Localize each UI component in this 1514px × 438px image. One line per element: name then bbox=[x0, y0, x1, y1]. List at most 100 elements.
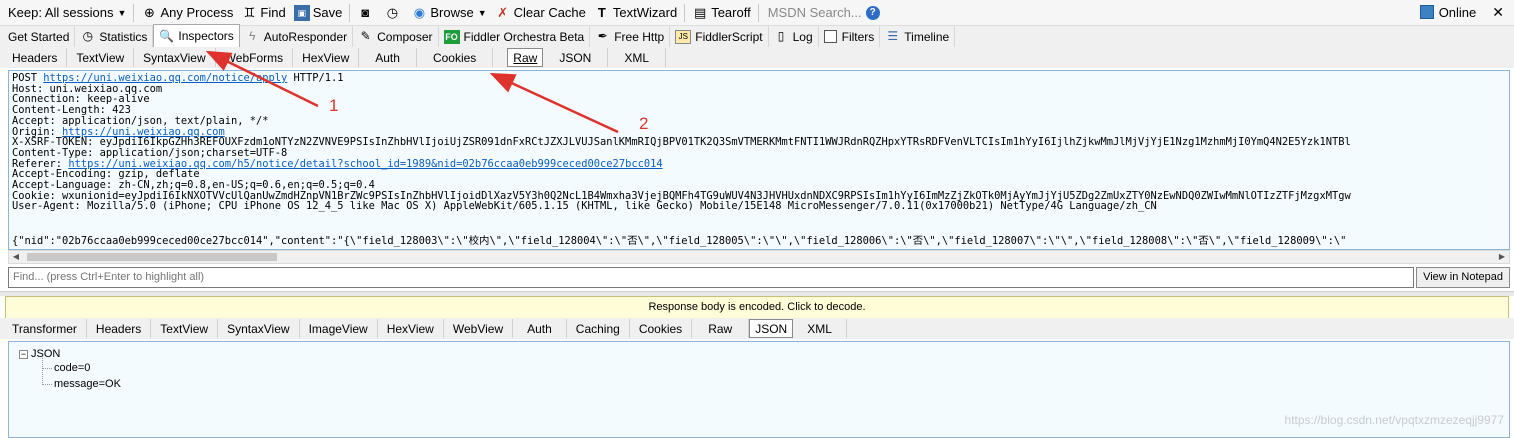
req-tab-raw[interactable]: Raw bbox=[507, 48, 544, 67]
view-in-notepad-button[interactable]: View in Notepad bbox=[1416, 266, 1510, 288]
req-tab-json[interactable]: JSON bbox=[543, 48, 609, 67]
raw-request-view[interactable]: POST https://uni.weixiao.qq.com/notice/a… bbox=[8, 70, 1510, 250]
resp-tab-json[interactable]: JSON bbox=[749, 319, 794, 338]
any-process-label: Any Process bbox=[160, 5, 234, 20]
request-protocol: HTTP/1.1 bbox=[287, 72, 344, 84]
textwizard-button[interactable]: T TextWizard bbox=[590, 1, 681, 25]
tab-label: AutoResponder bbox=[263, 29, 348, 44]
req-tab-xml[interactable]: XML bbox=[608, 48, 667, 67]
help-icon[interactable]: ? bbox=[865, 5, 880, 20]
chevron-down-icon: ▼ bbox=[117, 7, 127, 18]
req-tab-hexview[interactable]: HexView bbox=[293, 48, 360, 67]
request-body: {"nid":"02b76ccaa0eb999ceced00ce27bcc014… bbox=[12, 235, 1347, 247]
fo-badge-icon: FO bbox=[443, 29, 460, 44]
online-status: Online ✕ bbox=[1419, 0, 1504, 24]
resp-tab-headers[interactable]: Headers bbox=[87, 319, 152, 338]
tab-label: Statistics bbox=[99, 29, 148, 44]
annotation-label-2: 2 bbox=[639, 114, 649, 133]
response-inspector-tabs: Transformer Headers TextView SyntaxView … bbox=[0, 318, 1514, 339]
req-tab-textview[interactable]: TextView bbox=[67, 48, 135, 67]
screenshot-button[interactable]: ◙ bbox=[353, 1, 380, 25]
tab-label: Log bbox=[792, 29, 813, 44]
close-icon[interactable]: ✕ bbox=[1492, 4, 1504, 21]
keep-sessions-dropdown[interactable]: Keep: All sessions ▼ bbox=[4, 1, 130, 25]
pen-icon: ✒ bbox=[597, 29, 608, 43]
clear-cache-button[interactable]: ✗ Clear Cache bbox=[491, 1, 590, 25]
keep-sessions-label: Keep: All sessions bbox=[8, 5, 114, 20]
tab-get-started[interactable]: Get Started bbox=[3, 26, 76, 47]
scroll-left-icon[interactable]: ◀ bbox=[9, 251, 23, 263]
request-inspector-tabs: Headers TextView SyntaxView WebForms Hex… bbox=[0, 47, 1514, 68]
online-label: Online bbox=[1438, 4, 1477, 20]
resp-tab-textview[interactable]: TextView bbox=[151, 319, 219, 338]
tab-label: Composer bbox=[377, 29, 433, 44]
resp-tab-xml[interactable]: XML bbox=[793, 319, 847, 338]
find-button[interactable]: ♊ Find bbox=[237, 1, 289, 25]
resp-tab-imageview[interactable]: ImageView bbox=[300, 319, 378, 338]
resp-tab-cookies[interactable]: Cookies bbox=[630, 319, 693, 338]
tab-fiddler-orchestra[interactable]: FO Fiddler Orchestra Beta bbox=[439, 26, 591, 47]
json-node-label: code=0 bbox=[54, 362, 91, 374]
tab-timeline[interactable]: ☰ Timeline bbox=[880, 26, 956, 47]
find-bar: View in Notepad bbox=[8, 266, 1510, 288]
resp-tab-auth[interactable]: Auth bbox=[513, 319, 567, 338]
tree-branch-line bbox=[42, 367, 52, 369]
tab-label: Free Http bbox=[614, 29, 665, 44]
horizontal-scrollbar[interactable]: ◀ ▶ bbox=[8, 250, 1510, 264]
document-icon: ▯ bbox=[777, 29, 785, 43]
tearoff-button[interactable]: ▤ Tearoff bbox=[688, 1, 755, 25]
lightning-icon: ϟ bbox=[249, 29, 256, 43]
find-label: Find bbox=[260, 5, 286, 20]
checkbox-icon bbox=[823, 30, 837, 43]
tab-free-http[interactable]: ✒ Free Http bbox=[590, 26, 671, 47]
textwizard-label: TextWizard bbox=[612, 5, 678, 20]
stopwatch-icon: ◷ bbox=[386, 4, 399, 20]
js-script-icon: JS bbox=[675, 29, 692, 44]
browse-dropdown[interactable]: ◉ Browse ▼ bbox=[407, 1, 490, 25]
toolbar-divider bbox=[349, 3, 351, 22]
globe-icon: ◉ bbox=[413, 4, 426, 20]
req-tab-auth[interactable]: Auth bbox=[359, 48, 417, 67]
binoculars-icon: ♊ bbox=[243, 4, 256, 20]
json-root-node[interactable]: − JSON bbox=[19, 348, 60, 360]
resp-tab-caching[interactable]: Caching bbox=[567, 319, 630, 338]
req-tab-cookies[interactable]: Cookies bbox=[417, 48, 494, 67]
crosshair-icon: ⊕ bbox=[143, 4, 155, 20]
tab-autoresponder[interactable]: ϟ AutoResponder bbox=[240, 26, 354, 47]
scrollbar-thumb[interactable] bbox=[27, 253, 277, 261]
scroll-right-icon[interactable]: ▶ bbox=[1495, 251, 1509, 263]
json-node-message[interactable]: message=OK bbox=[42, 378, 121, 390]
tree-branch-line bbox=[42, 383, 52, 385]
json-node-code[interactable]: code=0 bbox=[42, 362, 90, 374]
tab-statistics[interactable]: ◷ Statistics bbox=[75, 26, 154, 47]
req-tab-headers[interactable]: Headers bbox=[3, 48, 68, 67]
json-node-label: message=OK bbox=[54, 378, 121, 390]
main-tab-strip: Get Started ◷ Statistics 🔍 Inspectors ϟ Aut… bbox=[0, 24, 1514, 48]
tab-label: FiddlerScript bbox=[695, 29, 763, 44]
save-button[interactable]: ▣ Save bbox=[290, 1, 347, 25]
tab-filters[interactable]: Filters bbox=[819, 26, 881, 47]
tab-inspectors[interactable]: 🔍 Inspectors bbox=[153, 24, 240, 47]
text-icon: T bbox=[597, 4, 606, 20]
resp-tab-hexview[interactable]: HexView bbox=[378, 319, 444, 338]
resp-tab-syntaxview[interactable]: SyntaxView bbox=[218, 319, 300, 338]
req-tab-webforms[interactable]: WebForms bbox=[216, 48, 294, 67]
header-user-agent: User-Agent: Mozilla/5.0 (iPhone; CPU iPh… bbox=[12, 200, 1157, 213]
resp-tab-transformer[interactable]: Transformer bbox=[3, 319, 87, 338]
tab-composer[interactable]: ✎ Composer bbox=[353, 26, 439, 47]
response-encoded-banner[interactable]: Response body is encoded. Click to decod… bbox=[5, 296, 1509, 319]
resp-tab-webview[interactable]: WebView bbox=[444, 319, 514, 338]
req-tab-syntaxview[interactable]: SyntaxView bbox=[134, 48, 216, 67]
tab-fiddlerscript[interactable]: JS FiddlerScript bbox=[670, 26, 769, 47]
tab-log[interactable]: ▯ Log bbox=[769, 26, 819, 47]
tab-label: Timeline bbox=[904, 29, 950, 44]
any-process-button[interactable]: ⊕ Any Process bbox=[137, 1, 237, 25]
find-input[interactable] bbox=[8, 266, 1415, 288]
timer-button[interactable]: ◷ bbox=[380, 1, 407, 25]
network-icon bbox=[1419, 5, 1434, 19]
annotation-label-1: 1 bbox=[329, 96, 339, 115]
tab-label: Get Started bbox=[8, 29, 70, 44]
collapse-icon[interactable]: − bbox=[19, 349, 28, 359]
msdn-search-input[interactable]: MSDN Search... bbox=[762, 5, 866, 20]
resp-tab-raw[interactable]: Raw bbox=[692, 319, 750, 338]
